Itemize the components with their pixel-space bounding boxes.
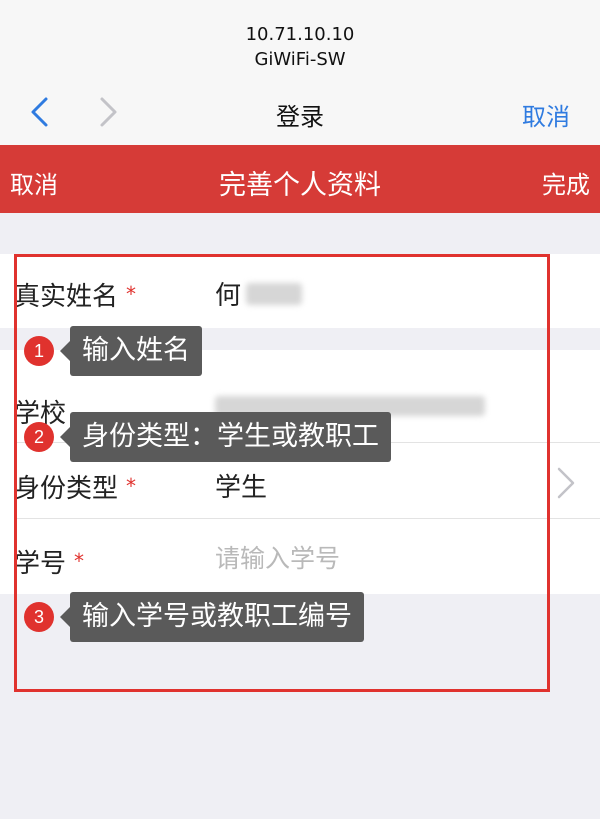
toolbar-done-button[interactable]: 完成	[542, 165, 590, 200]
browser-header: 10.71.10.10 GiWiFi-SW 登录 取消	[0, 0, 600, 145]
name-value[interactable]: 何	[215, 275, 241, 312]
name-row[interactable]: 真实姓名 * 何	[0, 254, 600, 328]
blurred-name	[246, 283, 302, 305]
tip-text: 输入姓名	[60, 326, 202, 376]
profile-toolbar: 取消 完善个人资料 完成	[0, 145, 600, 213]
identity-value[interactable]: 学生	[215, 467, 267, 504]
student-id-input[interactable]	[215, 538, 535, 578]
tip-text: 身份类型：学生或教职工	[60, 412, 391, 462]
toolbar-cancel-button[interactable]: 取消	[10, 165, 58, 200]
identity-label: 身份类型 *	[14, 474, 137, 504]
school-info-group: 学校 身份类型 * 学生 学号 *	[0, 350, 600, 594]
tip-number: 1	[24, 336, 54, 366]
nav-title: 登录	[276, 103, 324, 131]
tip-number: 3	[24, 602, 54, 632]
id-label: 学号 *	[14, 549, 85, 579]
wifi-ssid: GiWiFi-SW	[254, 49, 346, 70]
required-mark: *	[126, 282, 137, 306]
nav-cancel-button[interactable]: 取消	[522, 97, 570, 132]
tip-number: 2	[24, 422, 54, 452]
tip-text: 输入学号或教职工编号	[60, 592, 364, 642]
chevron-right-icon[interactable]	[555, 466, 577, 500]
name-label: 真实姓名 *	[14, 282, 137, 312]
ip-address: 10.71.10.10	[245, 24, 355, 45]
page-title: 完善个人资料	[219, 170, 381, 201]
